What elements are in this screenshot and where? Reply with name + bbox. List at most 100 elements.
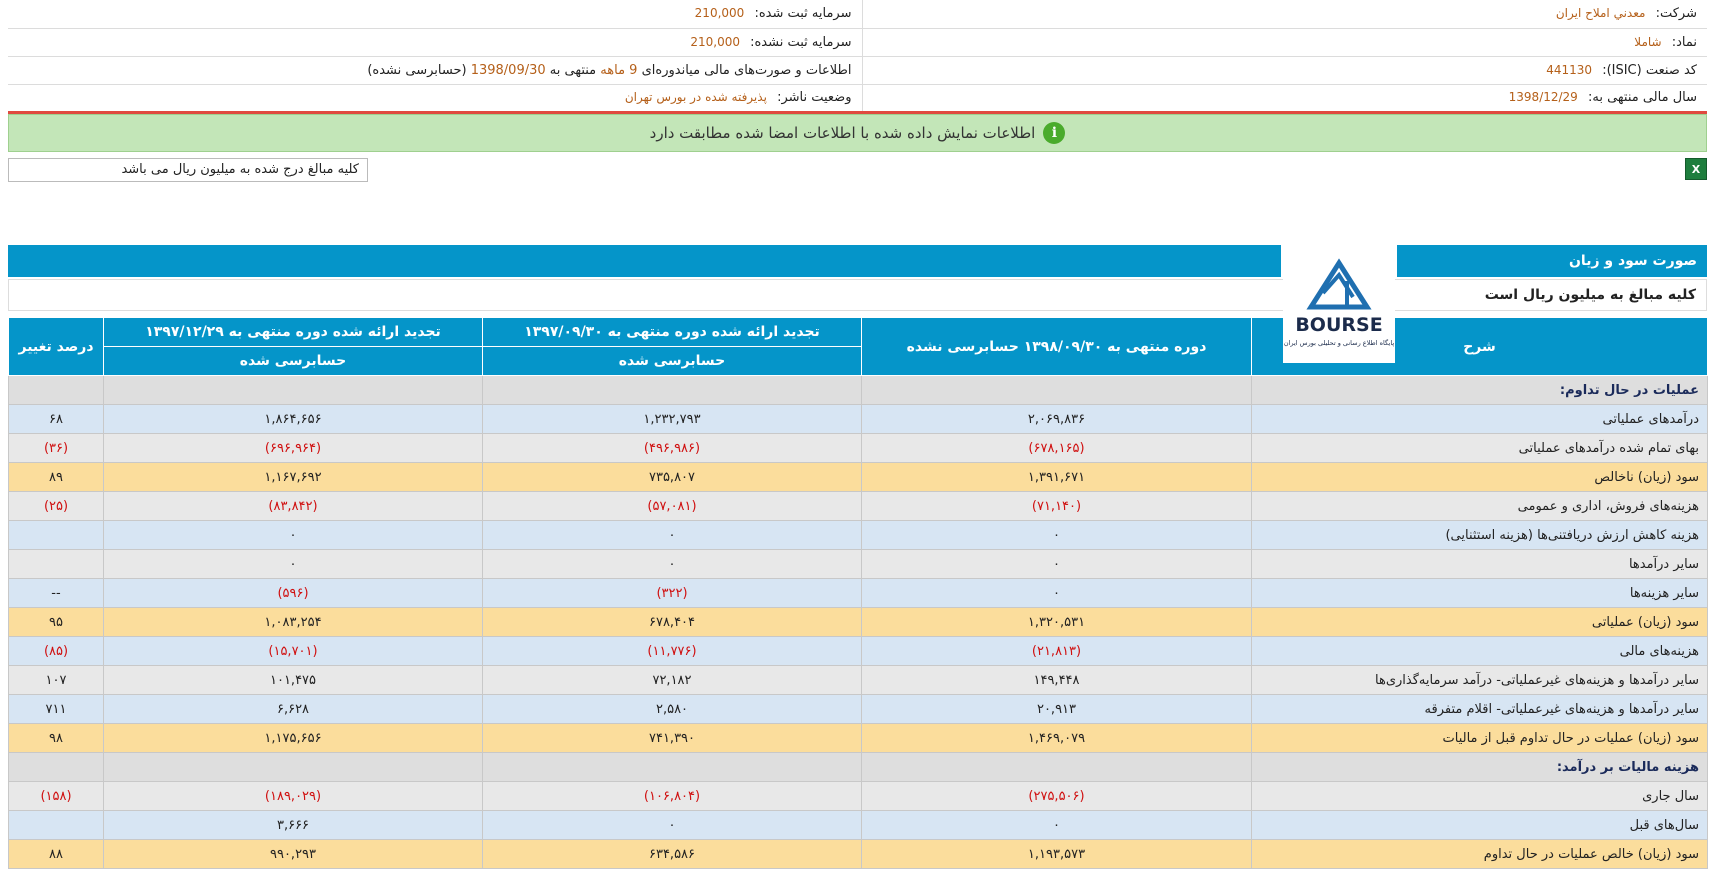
cell-period1: ۰ — [861, 810, 1252, 840]
table-row: هزینه‌های فروش، اداری و عمومی (۷۱,۱۴۰) (۵۷… — [8, 491, 1708, 521]
table-row: هزینه‌های مالی (۲۱,۸۱۳) (۱۱,۷۷۶) (۱۵,۷۰۱) (۸… — [8, 636, 1708, 666]
report-months: 9 ماهه — [600, 62, 638, 78]
table-row: سود (زیان) ناخالص ۱,۳۹۱,۶۷۱ ۷۳۵,۸۰۷ ۱,۱۶۷,۶… — [8, 462, 1708, 492]
cell-change: ۹۵ — [8, 607, 104, 637]
symbol-cell: نماد: شاملا — [861, 28, 1707, 57]
cell-period3: ۱۰۱,۴۷۵ — [103, 665, 483, 695]
cell-period3: (۱۸۹,۰۲۹) — [103, 781, 483, 811]
cell-period2: (۳۲۲) — [482, 578, 862, 608]
cell-period2: ۰ — [482, 520, 862, 550]
col-period3-sub: حسابرسی شده — [103, 346, 483, 376]
table-row: بهای تمام شده درآمدهای عملیاتی (۶۷۸,۱۶۵)(… — [8, 433, 1708, 463]
table-row: سایر درآمدها ۰ ۰ ۰ — [8, 549, 1708, 579]
row-description: سایر هزینه‌ها — [1251, 578, 1708, 608]
isic-value: 441130 — [1546, 62, 1593, 77]
reg-capital-label: سرمایه ثبت شده: — [754, 6, 852, 22]
cell-change: (۲۵) — [8, 491, 104, 521]
cell-period3: ۰ — [103, 549, 483, 579]
verification-text: اطلاعات نمایش داده شده با اطلاعات امضا ش… — [649, 124, 1036, 142]
excel-export-icon[interactable]: X — [1685, 158, 1707, 180]
cell-change: (۱۵۸) — [8, 781, 104, 811]
cell-period1: ۰ — [861, 520, 1252, 550]
cell-period3 — [103, 375, 483, 405]
fiscal-cell: سال مالی منتهی به: 1398/12/29 — [861, 84, 1707, 114]
cell-period2: ۶۷۸,۴۰۴ — [482, 607, 862, 637]
cell-period3: (۱۵,۷۰۱) — [103, 636, 483, 666]
logo-text: BOURSE — [1295, 314, 1382, 336]
cell-period1: ۲,۰۶۹,۸۳۶ — [861, 404, 1252, 434]
company-info-table: شرکت: معدني املاح ايران سرمایه ثبت شده: … — [8, 0, 1707, 114]
cell-period3: ۳,۶۶۶ — [103, 810, 483, 840]
income-statement-body: عملیات در حال تداوم: درآمدهای عملیاتی ۲,۰۶… — [8, 375, 1708, 869]
report-title-cell: اطلاعات و صورت‌های مالی میاندوره‌ای 9 ما… — [8, 56, 862, 85]
table-row: سال جاری (۲۷۵,۵۰۶) (۱۰۶,۸۰۴) (۱۸۹,۰۲۹) (۱۵۸) — [8, 781, 1708, 811]
cell-change — [8, 752, 104, 782]
cell-period1: ۱,۴۶۹,۰۷۹ — [861, 723, 1252, 753]
row-description: سود (زیان) عملیات در حال تداوم قبل از ما… — [1251, 723, 1708, 753]
col-period2: تجدید ارائه شده دوره منتهی به ۱۳۹۷/۰۹/۳۰ — [482, 317, 862, 347]
cell-period2: ۷۴۱,۳۹۰ — [482, 723, 862, 753]
isic-cell: کد صنعت (ISIC): 441130 — [861, 56, 1707, 85]
cell-period2 — [482, 375, 862, 405]
cell-change — [8, 810, 104, 840]
statement-header-bar — [8, 245, 1281, 277]
row-description: سود (زیان) خالص عملیات در حال تداوم — [1251, 839, 1708, 869]
company-value[interactable]: معدني املاح ايران — [1556, 6, 1646, 20]
report-prefix: اطلاعات و صورت‌های مالی میاندوره‌ای — [641, 62, 852, 78]
row-description: سود (زیان) عملیاتی — [1251, 607, 1708, 637]
report-date: 1398/09/30 — [470, 62, 546, 78]
cell-period3 — [103, 752, 483, 782]
row-description: سال‌های قبل — [1251, 810, 1708, 840]
symbol-value[interactable]: شاملا — [1634, 35, 1661, 49]
fiscal-label: سال مالی منتهی به: — [1587, 90, 1697, 105]
table-row: سایر درآمدها و هزینه‌های غیرعملیاتی- اقل… — [8, 694, 1708, 724]
report-mid: منتهی به — [549, 62, 597, 78]
cell-period2: ۷۳۵,۸۰۷ — [482, 462, 862, 492]
row-description: سایر درآمدها و هزینه‌های غیرعملیاتی- درآ… — [1251, 665, 1708, 695]
cell-period1: ۱,۳۹۱,۶۷۱ — [861, 462, 1252, 492]
row-description: سود (زیان) ناخالص — [1251, 462, 1708, 492]
row-description: سایر درآمدها و هزینه‌های غیرعملیاتی- اقل… — [1251, 694, 1708, 724]
table-row: سود (زیان) عملیاتی ۱,۳۲۰,۵۳۱ ۶۷۸,۴۰۴ ۱,۰۸۳,… — [8, 607, 1708, 637]
cell-period1: ۱,۳۲۰,۵۳۱ — [861, 607, 1252, 637]
cell-period2: ۲,۵۸۰ — [482, 694, 862, 724]
cell-period3: ۱,۱۶۷,۶۹۲ — [103, 462, 483, 492]
cell-change — [8, 375, 104, 405]
unreg-capital-value: 210,000 — [690, 34, 740, 49]
cell-period2: ۰ — [482, 549, 862, 579]
report-suffix: (حسابرسی نشده) — [367, 62, 467, 78]
row-description: هزینه مالیات بر درآمد: — [1251, 752, 1708, 782]
col-period2-sub: حسابرسی شده — [482, 346, 862, 376]
row-description: سال جاری — [1251, 781, 1708, 811]
cell-period1: (۶۷۸,۱۶۵) — [861, 433, 1252, 463]
cell-period1: ۰ — [861, 578, 1252, 608]
cell-period3: (۸۳,۸۴۲) — [103, 491, 483, 521]
publisher-cell: وضعیت ناشر: پذیرفته شده در بورس تهران — [8, 84, 862, 114]
cell-period3: ۱,۰۸۳,۲۵۴ — [103, 607, 483, 637]
cell-period2: (۵۷,۰۸۱) — [482, 491, 862, 521]
cell-period3: ۹۹۰,۲۹۳ — [103, 839, 483, 869]
row-description: عملیات در حال تداوم: — [1251, 375, 1708, 405]
cell-period1: (۷۱,۱۴۰) — [861, 491, 1252, 521]
reg-capital-value: 210,000 — [694, 6, 745, 21]
cell-change: ۸۹ — [8, 462, 104, 492]
cell-period3: ۱,۱۷۵,۶۵۶ — [103, 723, 483, 753]
row-description: بهای تمام شده درآمدهای عملیاتی — [1251, 433, 1708, 463]
cell-change: ۹۸ — [8, 723, 104, 753]
col-period3: تجدید ارائه شده دوره منتهی به ۱۳۹۷/۱۲/۲۹ — [103, 317, 483, 347]
cell-period1 — [861, 752, 1252, 782]
row-description: هزینه کاهش ارزش دریافتنی‌ها (هزینه استثن… — [1251, 520, 1708, 550]
cell-change: ۷۱۱ — [8, 694, 104, 724]
bourse-logo: BOURSE پایگاه اطلاع رسانی و تحلیلی بورس … — [1283, 245, 1395, 363]
cell-period2: (۱۰۶,۸۰۴) — [482, 781, 862, 811]
cell-change: ۱۰۷ — [8, 665, 104, 695]
table-row: سود (زیان) خالص عملیات در حال تداوم ۱,۱۹۳… — [8, 839, 1708, 869]
col-period1: دوره منتهی به ۱۳۹۸/۰۹/۳۰ حسابرسی نشده — [861, 317, 1252, 376]
col-change: درصد تغییر — [8, 317, 104, 376]
cell-change — [8, 520, 104, 550]
cell-period1: ۲۰,۹۱۳ — [861, 694, 1252, 724]
cell-period2: ۷۲,۱۸۲ — [482, 665, 862, 695]
cell-period1: (۲۱,۸۱۳) — [861, 636, 1252, 666]
publisher-value: پذیرفته شده در بورس تهران — [624, 90, 767, 104]
company-cell: شرکت: معدني املاح ايران — [861, 0, 1707, 29]
